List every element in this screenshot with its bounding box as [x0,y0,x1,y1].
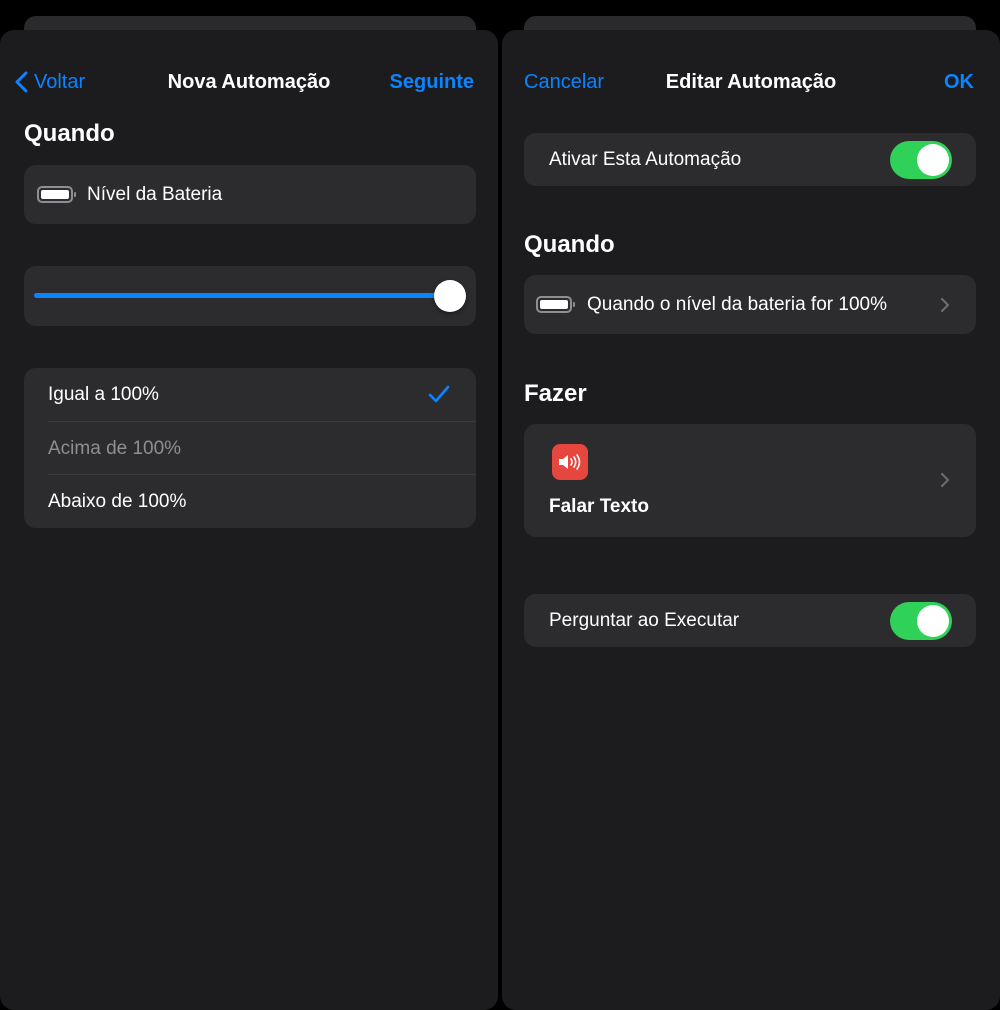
cancel-button[interactable]: Cancelar [524,62,604,102]
chevron-right-icon [941,298,949,312]
do-title: Fazer [524,380,587,407]
battery-icon [536,296,575,313]
when-title-left: Quando [24,120,115,147]
new-automation-panel: Nova Automação Voltar Seguinte Quando Ní… [0,30,498,1010]
option-equal[interactable]: Igual a 100% [24,368,476,421]
option-below[interactable]: Abaixo de 100% [24,475,476,528]
chevron-left-icon [15,71,28,93]
speak-text-action[interactable]: Falar Texto [524,424,976,537]
back-button[interactable]: Voltar [14,62,85,102]
checkmark-icon [428,385,450,403]
option-label: Acima de 100% [48,437,182,459]
trigger-summary-row[interactable]: Quando o nível da bateria for 100% [524,275,976,334]
nav-bar-left: Nova Automação Voltar Seguinte [0,62,498,102]
trigger-label: Nível da Bateria [87,184,223,205]
ok-button[interactable]: OK [944,62,974,102]
chevron-right-icon [941,473,949,487]
ask-before-running-label: Perguntar ao Executar [549,610,740,631]
slider-track [34,293,436,298]
next-button[interactable]: Seguinte [390,62,474,102]
battery-level-trigger[interactable]: Nível da Bateria [24,165,476,224]
when-title-right: Quando [524,231,615,258]
trigger-summary-label: Quando o nível da bateria for 100% [587,294,887,315]
battery-icon [37,186,76,203]
back-label: Voltar [34,71,86,93]
action-label: Falar Texto [549,496,649,517]
option-above: Acima de 100% [24,422,476,475]
slider-thumb[interactable] [434,280,466,312]
battery-level-slider[interactable] [24,266,476,326]
ask-before-running-row: Perguntar ao Executar [524,594,976,647]
edit-automation-panel: Editar Automação Cancelar OK Ativar Esta… [502,30,1000,1010]
enable-automation-toggle[interactable] [890,141,952,179]
comparison-options-list: Igual a 100% Acima de 100% Abaixo de 100… [24,368,476,528]
option-label: Igual a 100% [48,383,159,405]
speaker-wave-icon [552,444,588,480]
enable-automation-row: Ativar Esta Automação [524,133,976,186]
option-label: Abaixo de 100% [48,490,187,512]
ask-before-running-toggle[interactable] [890,602,952,640]
enable-automation-label: Ativar Esta Automação [549,149,742,170]
nav-bar-right: Editar Automação Cancelar OK [502,62,1000,102]
